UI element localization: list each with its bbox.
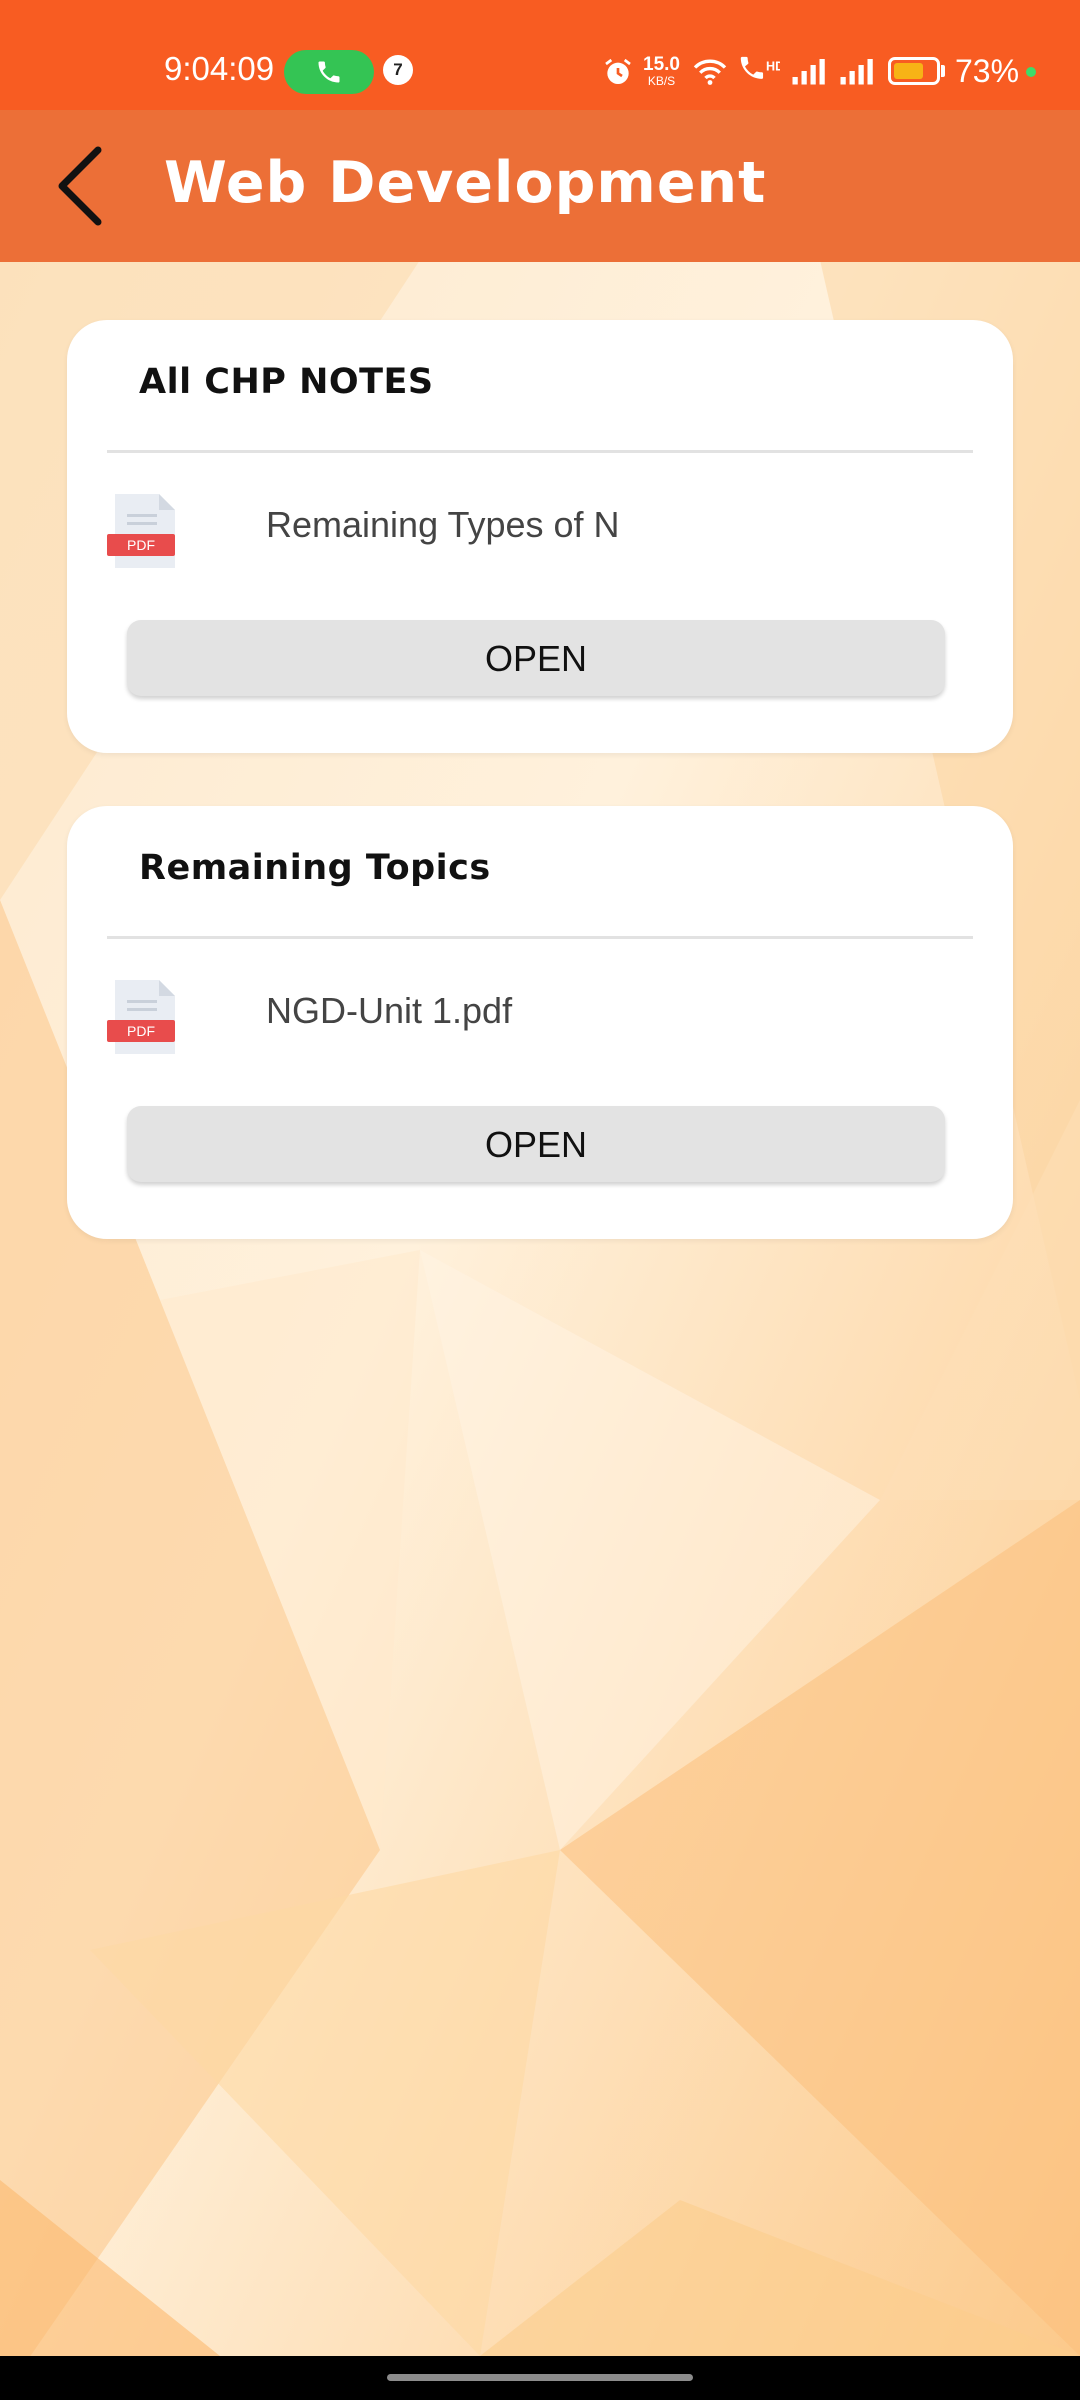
call-icon [318, 61, 340, 83]
pdf-label: PDF [127, 1023, 155, 1039]
network-speed: 15.0 KB/S [643, 55, 680, 87]
card-title: All CHP NOTES [139, 362, 434, 402]
file-name: NGD-Unit 1.pdf [266, 990, 513, 1031]
chevron-left-icon [58, 146, 102, 226]
battery-fill [894, 63, 923, 79]
back-button[interactable] [40, 140, 120, 232]
signal-icon [792, 59, 825, 85]
speed-value: 15.0 [643, 54, 680, 75]
file-item[interactable]: PDF NGD-Unit 1.pdf [107, 976, 973, 1056]
privacy-indicator-dot [1026, 67, 1036, 77]
pdf-file-icon: PDF [107, 980, 175, 1054]
page-title: Web Development [164, 150, 767, 216]
status-time: 9:04:09 [164, 50, 275, 87]
ongoing-call-indicator[interactable] [284, 50, 374, 94]
card-divider [107, 936, 973, 939]
open-button[interactable]: OPEN [127, 1106, 945, 1182]
pdf-file-icon: PDF [107, 494, 175, 568]
system-nav-bar [0, 2356, 1080, 2400]
card-title: Remaining Topics [139, 848, 491, 888]
status-bar: 9:04:09 7 15.0 KB/S HD 7 [0, 0, 1080, 110]
alarm-icon [605, 58, 631, 84]
battery-icon [888, 57, 940, 85]
signal-icon-2 [840, 59, 873, 85]
file-item[interactable]: PDF Remaining Types of N [107, 490, 973, 570]
wifi-icon [693, 59, 727, 85]
card-divider [107, 450, 973, 453]
notification-count-badge: 7 [383, 55, 413, 85]
open-button[interactable]: OPEN [127, 620, 945, 696]
notes-card: All CHP NOTES PDF Remaining Types of N O… [67, 320, 1013, 753]
speed-unit: KB/S [647, 74, 676, 88]
file-name: Remaining Types of N [266, 504, 620, 545]
wifi-calling-icon: HD [740, 56, 780, 79]
svg-text:HD: HD [766, 60, 780, 74]
pdf-label: PDF [127, 537, 155, 553]
app-bar: Web Development [0, 110, 1080, 262]
topics-card: Remaining Topics PDF NGD-Unit 1.pdf OPEN [67, 806, 1013, 1239]
home-indicator[interactable] [387, 2374, 693, 2381]
battery-tip [941, 65, 945, 77]
battery-percent: 73% [955, 53, 1020, 89]
